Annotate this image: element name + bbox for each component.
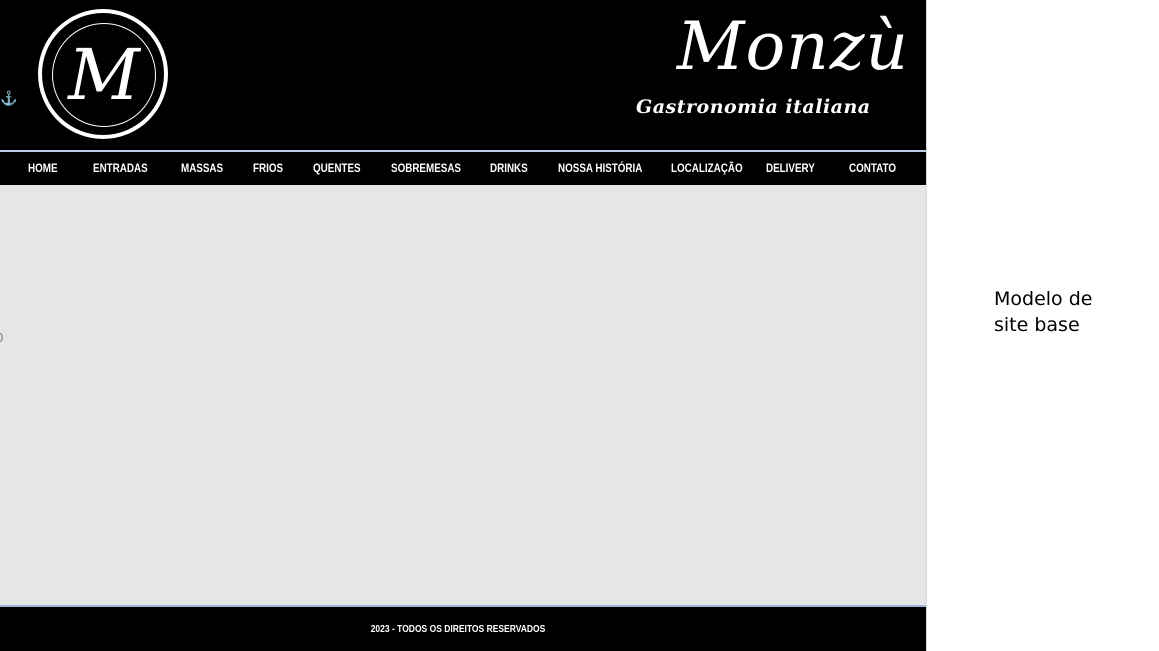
nav-item-entradas[interactable]: ENTRADAS [93,152,148,185]
brand-tagline: Gastronomia italiana [636,96,871,118]
nav-item-quentes[interactable]: QUENTES [313,152,361,185]
side-note: Modelo de site base [994,286,1124,338]
nav-item-massas[interactable]: MASSAS [181,152,223,185]
mockup-divider [926,0,927,651]
brand-wordmark: Monzù Gastronomia italiana [620,14,915,124]
nav-item-localizacao[interactable]: LOCALIZAÇÃO [671,152,743,185]
nav-item-drinks[interactable]: DRINKS [490,152,528,185]
nav-item-delivery[interactable]: DELIVERY [766,152,815,185]
site-footer: 2023 - TODOS OS DIREITOS RESERVADOS [0,607,926,651]
logo-letter: M [52,23,156,127]
brand-name: Monzù [676,8,909,85]
anchor-icon[interactable]: ⚓ [0,90,17,106]
nav-item-sobremesas[interactable]: SOBREMESAS [391,152,461,185]
site-mockup: ⚓ M Monzù Gastronomia italiana HOME ENTR… [0,0,926,651]
nav-item-nossa-historia[interactable]: NOSSA HISTÓRIA [558,152,642,185]
side-note-line-1: Modelo de [994,288,1093,310]
site-header: ⚓ M Monzù Gastronomia italiana [0,0,926,150]
nav-item-contato[interactable]: CONTATO [849,152,896,185]
main-nav: HOME ENTRADAS MASSAS FRIOS QUENTES SOBRE… [0,152,926,185]
nav-item-home[interactable]: HOME [28,152,58,185]
side-note-line-2: site base [994,314,1080,336]
content-area: 0 [0,185,926,605]
logo-emblem[interactable]: M [38,9,168,139]
clipped-text: 0 [0,330,3,345]
nav-item-frios[interactable]: FRIOS [253,152,283,185]
footer-copyright: 2023 - TODOS OS DIREITOS RESERVADOS [370,624,546,635]
